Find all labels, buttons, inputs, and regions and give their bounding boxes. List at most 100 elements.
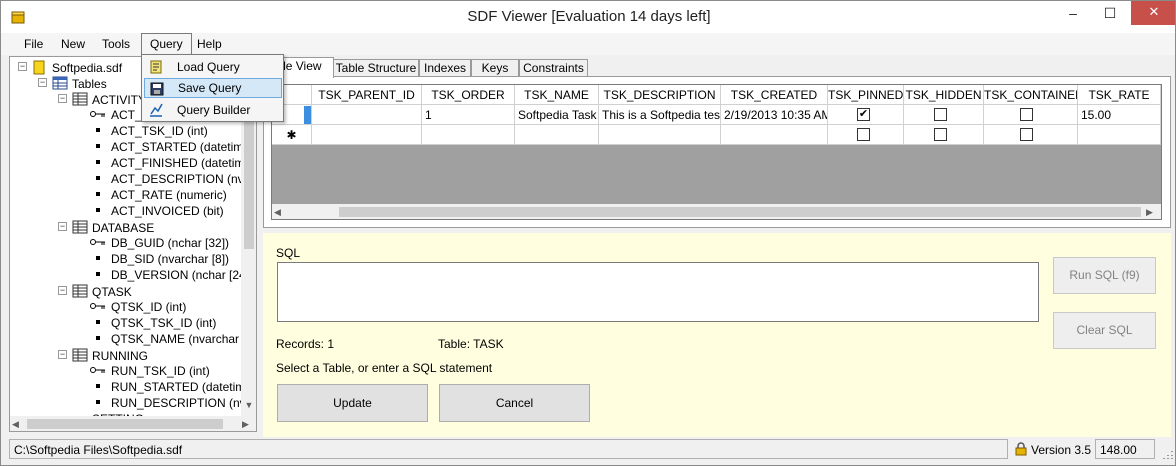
new-row-cell	[828, 125, 904, 145]
sql-panel: SQL Run SQL (f9) Clear SQL Records: 1 Ta…	[263, 233, 1171, 437]
cell-tsk-pinned: ✔	[828, 105, 904, 125]
grid-horizontal-scrollbar[interactable]: ◀ ▶	[272, 204, 1161, 219]
scroll-right-arrow-icon[interactable]: ▶	[242, 417, 254, 431]
new-row-checkbox[interactable]	[1020, 128, 1033, 141]
key-icon	[90, 111, 105, 117]
tree-tables-node[interactable]: Tables	[72, 76, 107, 92]
scroll-right-arrow-icon[interactable]: ▶	[1146, 205, 1158, 219]
col-header-tsk-parent-id[interactable]: TSK_PARENT_ID	[312, 85, 422, 105]
new-row-cell[interactable]	[721, 125, 828, 145]
maximize-button[interactable]: ☐	[1093, 1, 1127, 25]
tree-column-run-started[interactable]: RUN_STARTED (datetime)	[111, 379, 256, 395]
tree-table-qtask[interactable]: QTASK	[92, 284, 132, 300]
new-row-checkbox[interactable]	[934, 128, 947, 141]
activity-collapse-toggle[interactable]: −	[58, 94, 67, 103]
tree-column-run-tsk-id[interactable]: RUN_TSK_ID (int)	[111, 363, 210, 379]
save-query-item[interactable]: Save Query	[144, 78, 282, 98]
tree-column-act-started[interactable]: ACT_STARTED (datetime)	[111, 139, 254, 155]
new-row-cell	[904, 125, 984, 145]
cell-tsk-created[interactable]: 2/19/2013 10:35 AM	[721, 105, 828, 125]
tree-horizontal-scrollbar[interactable]: ◀ ▶	[10, 416, 256, 431]
tree-column-act-description[interactable]: ACT_DESCRIPTION (nvarch	[111, 171, 256, 187]
tables-collapse-toggle[interactable]: −	[38, 78, 47, 87]
menu-new[interactable]: New	[53, 33, 93, 55]
cell-tsk-parent-id[interactable]	[312, 105, 422, 125]
tree-table-activity[interactable]: ACTIVITY	[92, 92, 146, 108]
new-row-cell[interactable]	[312, 125, 422, 145]
status-file-size: 148.00 KB	[1095, 439, 1155, 465]
tree-column-qtsk-tsk-id[interactable]: QTSK_TSK_ID (int)	[111, 315, 216, 331]
tree-hscroll-thumb[interactable]	[27, 419, 223, 429]
menu-query[interactable]: Query	[141, 33, 192, 55]
column-bullet	[96, 256, 100, 260]
clear-sql-button[interactable]: Clear SQL	[1053, 312, 1156, 349]
column-bullet	[96, 400, 100, 404]
records-count: Records: 1	[276, 337, 335, 351]
root-collapse-toggle[interactable]: −	[18, 62, 27, 71]
col-header-tsk-container[interactable]: TSK_CONTAINER	[984, 85, 1078, 105]
col-header-tsk-pinned[interactable]: TSK_PINNED	[828, 85, 904, 105]
new-row-marker[interactable]: ✱	[272, 125, 312, 145]
sql-input[interactable]	[277, 262, 1039, 322]
key-icon	[90, 239, 105, 245]
cell-tsk-rate[interactable]: 15.00	[1078, 105, 1161, 125]
tree-column-act-invoiced[interactable]: ACT_INVOICED (bit)	[111, 203, 224, 219]
save-query-icon	[150, 82, 164, 96]
load-query-item[interactable]: Load Query	[144, 57, 282, 77]
menu-help[interactable]: Help	[189, 33, 230, 55]
cancel-button[interactable]: Cancel	[439, 384, 590, 422]
tree-column-qtsk-name[interactable]: QTSK_NAME (nvarchar [64	[111, 331, 256, 347]
column-bullet	[96, 336, 100, 340]
update-button[interactable]: Update	[277, 384, 428, 422]
tree-column-db-guid[interactable]: DB_GUID (nchar [32])	[111, 235, 229, 251]
tree-column-run-description[interactable]: RUN_DESCRIPTION (nvarc	[111, 395, 256, 411]
status-file-path: C:\Softpedia Files\Softpedia.sdf	[9, 439, 1008, 459]
cell-tsk-name[interactable]: Softpedia Task	[515, 105, 599, 125]
tree-column-act-tsk-id[interactable]: ACT_TSK_ID (int)	[111, 123, 208, 139]
scroll-down-arrow-icon[interactable]: ▼	[241, 400, 256, 414]
new-row-cell[interactable]	[515, 125, 599, 145]
cell-tsk-order[interactable]: 1	[422, 105, 515, 125]
tree-column-act-rate[interactable]: ACT_RATE (numeric)	[111, 187, 227, 203]
tree-root-file[interactable]: Softpedia.sdf	[52, 60, 122, 76]
table-icon	[72, 220, 88, 234]
tree-column-db-version[interactable]: DB_VERSION (nchar [24])	[111, 267, 253, 283]
col-header-tsk-hidden[interactable]: TSK_HIDDEN	[904, 85, 984, 105]
container-checkbox[interactable]	[1020, 108, 1033, 121]
menu-tools[interactable]: Tools	[94, 33, 138, 55]
database-collapse-toggle[interactable]: −	[58, 222, 67, 231]
qtask-collapse-toggle[interactable]: −	[58, 286, 67, 295]
close-button[interactable]: ✕	[1131, 1, 1175, 25]
col-header-tsk-description[interactable]: TSK_DESCRIPTION	[599, 85, 721, 105]
grid-hscroll-thumb[interactable]	[339, 207, 1141, 217]
menu-file[interactable]: File	[16, 33, 51, 55]
tree-table-database[interactable]: DATABASE	[92, 220, 154, 236]
new-row-cell[interactable]	[599, 125, 721, 145]
query-builder-item[interactable]: Query Builder	[144, 100, 282, 120]
cell-tsk-container	[984, 105, 1078, 125]
new-row-cell[interactable]	[1078, 125, 1161, 145]
query-builder-label: Query Builder	[177, 103, 251, 117]
running-collapse-toggle[interactable]: −	[58, 350, 67, 359]
scroll-left-arrow-icon[interactable]: ◀	[12, 417, 24, 431]
scroll-left-arrow-icon[interactable]: ◀	[274, 205, 286, 219]
tree-table-running[interactable]: RUNNING	[92, 348, 148, 364]
resize-grip-icon[interactable]	[1161, 448, 1173, 460]
pinned-checkbox-checked[interactable]: ✔	[857, 108, 870, 121]
col-header-tsk-created[interactable]: TSK_CREATED	[721, 85, 828, 105]
tree-column-db-sid[interactable]: DB_SID (nvarchar [8])	[111, 251, 229, 267]
col-header-tsk-rate[interactable]: TSK_RATE	[1078, 85, 1161, 105]
minimize-button[interactable]: –	[1056, 1, 1090, 25]
new-row-checkbox[interactable]	[857, 128, 870, 141]
col-header-tsk-order[interactable]: TSK_ORDER	[422, 85, 515, 105]
col-header-tsk-name[interactable]: TSK_NAME	[515, 85, 599, 105]
query-menu-dropdown: Load Query Save Query Query Builder	[141, 54, 284, 122]
column-bullet	[96, 384, 100, 388]
new-row-cell[interactable]	[422, 125, 515, 145]
run-sql-button[interactable]: Run SQL (f9)	[1053, 257, 1156, 294]
hidden-checkbox[interactable]	[934, 108, 947, 121]
column-bullet	[96, 192, 100, 196]
tree-column-qtsk-id[interactable]: QTSK_ID (int)	[111, 299, 186, 315]
tree-column-act-finished[interactable]: ACT_FINISHED (datetime)	[111, 155, 255, 171]
cell-tsk-description[interactable]: This is a Softpedia test	[599, 105, 721, 125]
